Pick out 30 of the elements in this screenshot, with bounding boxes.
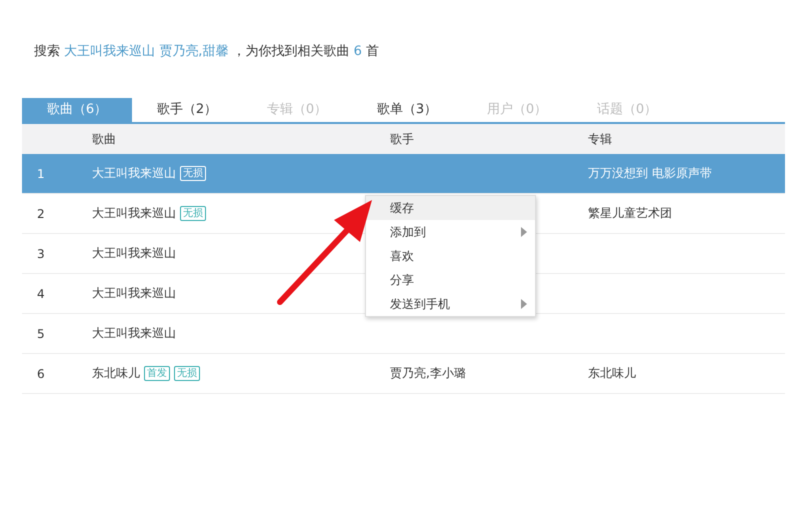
tab[interactable]: 歌单（3）: [352, 98, 462, 122]
row-number: 2: [36, 206, 46, 220]
table-row[interactable]: 6 东北味儿 首发 无损 贾乃亮,李小璐 东北味儿: [22, 354, 785, 394]
artist-name[interactable]: 贾乃亮,李小璐: [390, 366, 466, 380]
song-title[interactable]: 大王叫我来巡山: [92, 325, 176, 342]
row-number: 4: [36, 286, 46, 300]
song-title[interactable]: 东北味儿: [92, 365, 140, 382]
row-number: 3: [36, 246, 46, 260]
row-number: 5: [36, 326, 46, 340]
tag: 无损: [174, 366, 200, 381]
album-name[interactable]: 东北味儿: [588, 366, 636, 380]
row-number: 1: [36, 166, 46, 180]
column-header: 专辑: [588, 130, 613, 148]
menu-item[interactable]: 缓存: [366, 196, 535, 220]
song-title[interactable]: 大王叫我来巡山: [92, 285, 176, 302]
song-title[interactable]: 大王叫我来巡山: [92, 245, 176, 262]
tag: 首发: [144, 366, 170, 381]
album-name[interactable]: 繁星儿童艺术团: [588, 206, 672, 220]
column-header: 歌曲: [92, 130, 117, 148]
song-title[interactable]: 大王叫我来巡山: [92, 205, 176, 222]
search-summary: 搜索 大王叫我来巡山 贾乃亮,甜馨 ，为你找到相关歌曲 6 首: [33, 43, 380, 60]
menu-item[interactable]: 喜欢: [366, 244, 535, 268]
tab[interactable]: 歌手（2）: [132, 98, 242, 122]
tag: 无损: [180, 166, 206, 181]
caret-icon: [521, 227, 527, 237]
caret-icon: [521, 299, 527, 309]
column-header: 歌手: [390, 130, 415, 148]
tag: 无损: [180, 206, 206, 221]
menu-item[interactable]: 发送到手机: [366, 292, 535, 316]
row-number: 6: [36, 366, 46, 380]
